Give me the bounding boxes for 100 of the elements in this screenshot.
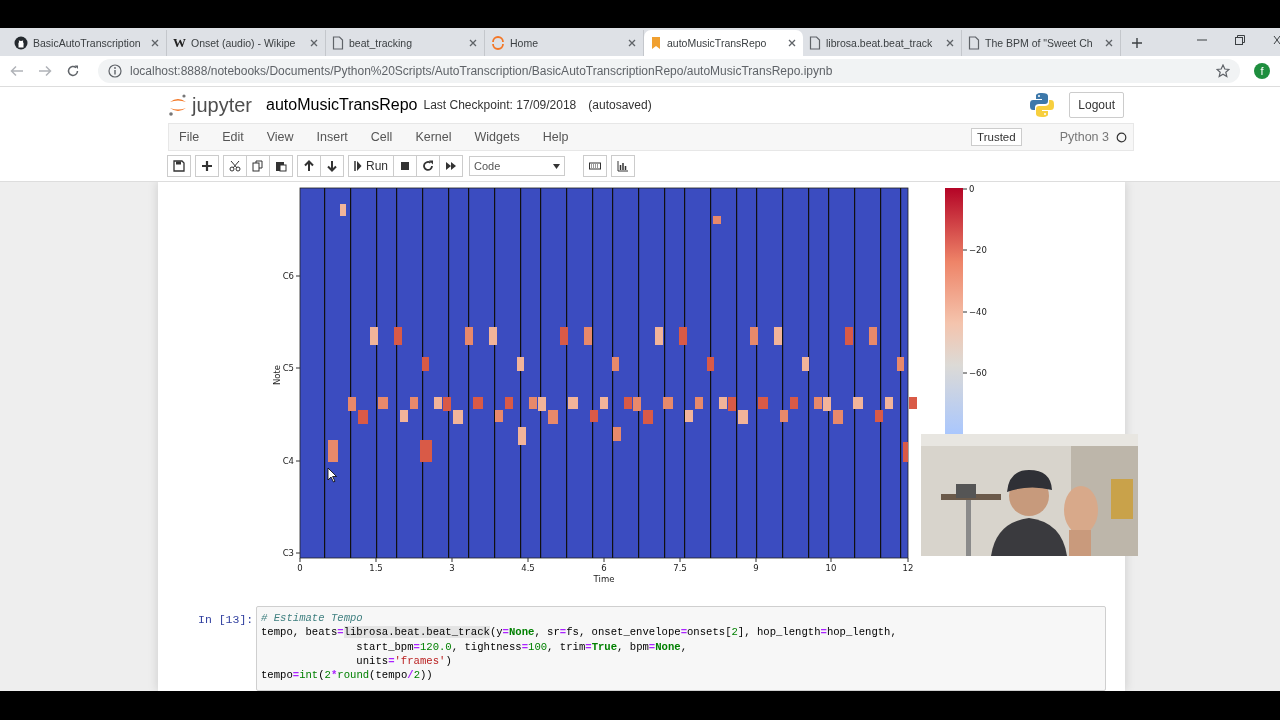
move-down-button[interactable] xyxy=(320,155,344,177)
axis-tick-label: C4 xyxy=(282,456,294,466)
reload-icon[interactable] xyxy=(66,64,80,78)
bookmark-icon xyxy=(650,36,662,50)
restore-icon[interactable] xyxy=(1234,34,1246,46)
menu-item[interactable]: Widgets xyxy=(474,130,520,144)
logo-icon xyxy=(1029,92,1056,118)
close-icon[interactable] xyxy=(945,38,955,48)
cursor-icon xyxy=(327,467,337,483)
restart-icon xyxy=(422,160,434,172)
browser-tab[interactable]: librosa.beat.beat_track xyxy=(803,30,962,56)
logo-icon xyxy=(168,93,188,117)
axis-tick-label: 1.5 xyxy=(369,563,383,573)
move-up-button[interactable] xyxy=(297,155,321,177)
save-button[interactable] xyxy=(167,155,191,177)
cell-prompt: In [13]: xyxy=(198,612,255,626)
run-all-icon xyxy=(445,160,457,172)
colorbar-tick-label: −60 xyxy=(969,368,987,378)
run-all-button[interactable] xyxy=(439,155,463,177)
axis-tick-label: 12 xyxy=(902,563,914,573)
code-editor[interactable] xyxy=(256,606,1106,691)
browser-tab[interactable]: The BPM of "Sweet Ch xyxy=(962,30,1121,56)
caret-icon xyxy=(553,163,560,169)
cut-icon xyxy=(229,160,241,172)
chart-button[interactable] xyxy=(611,155,635,177)
page-icon xyxy=(809,36,821,50)
axis-tick-label: 6 xyxy=(601,563,607,573)
circle-icon xyxy=(1116,131,1127,143)
keyboard-button[interactable] xyxy=(583,155,607,177)
colorbar-tick-label: 0 xyxy=(969,184,975,194)
move-up-icon xyxy=(303,160,315,172)
letter-icon: W xyxy=(173,35,186,51)
add-cell-icon xyxy=(201,160,213,172)
logout-button[interactable]: Logout xyxy=(1069,92,1124,118)
keyboard-icon xyxy=(589,160,601,172)
axis-tick-label: 7.5 xyxy=(673,563,687,573)
close-icon[interactable] xyxy=(150,38,160,48)
code-line: units='frames') xyxy=(355,653,453,669)
notebook-title[interactable]: autoMusicTransRepo xyxy=(266,96,418,114)
run-button[interactable]: Run xyxy=(348,155,394,177)
axis-label: Note xyxy=(272,364,282,386)
menu-item[interactable]: Insert xyxy=(316,130,348,144)
paste-icon xyxy=(275,160,287,172)
restart-button[interactable] xyxy=(416,155,440,177)
code-line: # Estimate Tempo xyxy=(261,611,364,626)
kernel-name: Python 3 xyxy=(1059,130,1109,144)
close-icon[interactable] xyxy=(468,38,478,48)
stop-button[interactable] xyxy=(393,155,417,177)
menu-item[interactable]: Edit xyxy=(222,130,244,144)
paste-button[interactable] xyxy=(269,155,293,177)
menu-item[interactable]: Cell xyxy=(370,130,393,144)
checkpoint-status: Last Checkpoint: 17/09/2018 xyxy=(423,98,577,112)
address-bar[interactable]: localhost:8888/notebooks/Documents/Python%20Scripts/AutoTranscription/BasicAutoTranscriptionRepo/autoMusicTransRepo.ipynb xyxy=(98,59,1240,83)
menu-item[interactable]: File xyxy=(179,130,200,144)
axis-tick-label: 3 xyxy=(449,563,455,573)
close-icon[interactable] xyxy=(1104,38,1114,48)
axis-tick-label: 9 xyxy=(753,563,759,573)
browser-tab[interactable]: autoMusicTransRepo xyxy=(644,30,803,56)
autosave-status: (autosaved) xyxy=(588,98,652,112)
code-line: tempo=int(2*round(tempo/2)) xyxy=(261,668,434,683)
run-icon xyxy=(354,160,362,172)
axis-tick-label: 4.5 xyxy=(521,563,535,573)
page-icon xyxy=(332,36,344,50)
move-down-icon xyxy=(326,160,338,172)
close-icon[interactable] xyxy=(627,38,637,48)
code-line: start_bpm=120.0, tightness=100, trim=True, bpm=None, xyxy=(355,639,688,654)
star-icon[interactable] xyxy=(1216,64,1230,78)
copy-button[interactable] xyxy=(246,155,270,177)
axis-tick-label: 10 xyxy=(825,563,837,573)
browser-tab[interactable]: BasicAutoTranscription xyxy=(8,30,167,56)
info-icon xyxy=(108,64,122,78)
github-icon xyxy=(14,36,28,50)
close-icon[interactable] xyxy=(309,38,319,48)
add-cell-button[interactable] xyxy=(195,155,219,177)
profile-avatar[interactable]: f xyxy=(1254,63,1270,79)
code-line: tempo, beats=librosa.beat.beat_track(y=None, sr=fs, onset_envelope=onsets[2], hop_length=hop_length, xyxy=(261,625,898,640)
browser-tab[interactable]: W Onset (audio) - Wikipe xyxy=(167,30,326,56)
stop-icon xyxy=(399,160,411,172)
menu-item[interactable]: Kernel xyxy=(415,130,452,144)
ring-icon xyxy=(491,36,505,50)
cell-type-dropdown[interactable]: Code xyxy=(469,156,565,176)
save-icon xyxy=(173,160,185,172)
close-icon[interactable] xyxy=(787,38,797,48)
trusted-indicator[interactable]: Trusted xyxy=(971,128,1022,146)
browser-tab[interactable]: beat_tracking xyxy=(326,30,485,56)
copy-icon xyxy=(252,160,264,172)
cut-button[interactable] xyxy=(223,155,247,177)
chart-icon xyxy=(617,160,629,172)
colorbar-tick-label: −40 xyxy=(969,307,987,317)
axis-label: Time xyxy=(593,574,615,584)
axis-tick-label: 0 xyxy=(297,563,303,573)
axis-tick-label: C5 xyxy=(282,363,294,373)
logo-text: jupyter xyxy=(192,93,253,117)
menu-item[interactable]: View xyxy=(266,130,294,144)
colorbar-tick-label: −20 xyxy=(969,245,987,255)
menu-item[interactable]: Help xyxy=(542,130,569,144)
close-icon[interactable] xyxy=(1272,34,1280,46)
axis-tick-label: C3 xyxy=(282,548,294,558)
page-icon xyxy=(968,36,980,50)
new-tab-icon[interactable] xyxy=(1131,37,1143,49)
